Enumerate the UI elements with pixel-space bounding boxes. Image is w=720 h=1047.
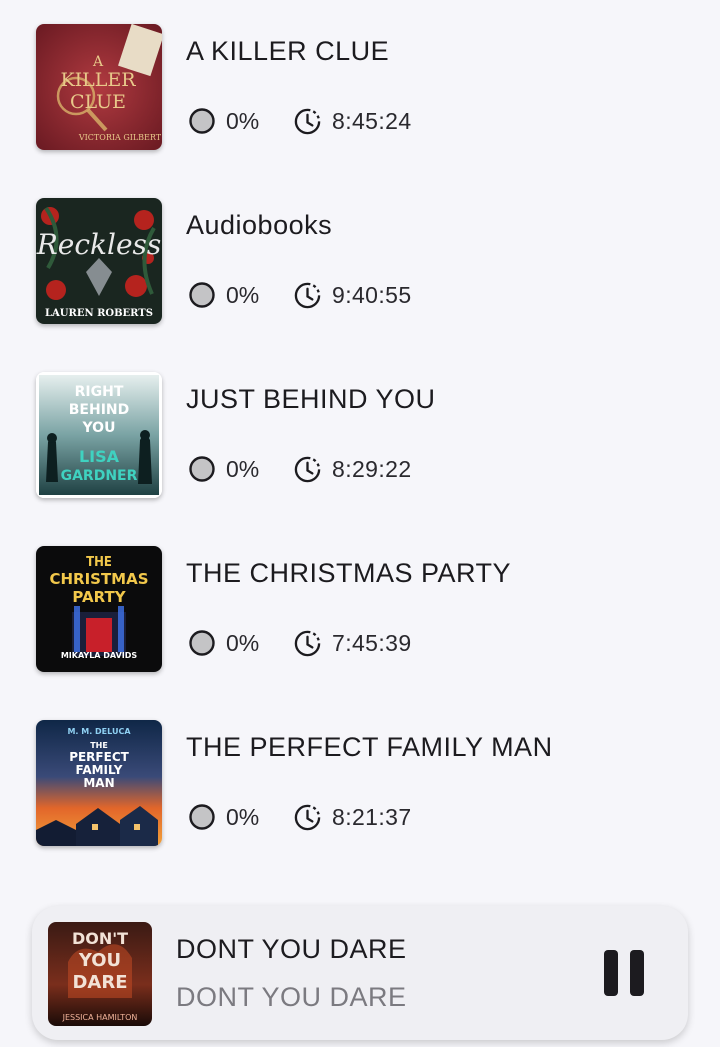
cover-text: YOU: [82, 420, 116, 436]
cover-author: JESSICA HAMILTON: [62, 1013, 138, 1022]
progress-text: 0%: [226, 456, 260, 482]
cover-text: DARE: [72, 972, 127, 993]
duration-text: 8:21:37: [332, 804, 412, 830]
book-item[interactable]: THE CHRISTMAS PARTY MIKAYLA DAVIDS THE C…: [0, 522, 720, 672]
cover-text: THE: [90, 741, 108, 750]
cover-author: GARDNER: [61, 468, 138, 484]
book-title: A KILLER CLUE: [186, 36, 390, 66]
cover-author: VICTORIA GILBERT: [78, 133, 162, 142]
book-item[interactable]: Reckless LAUREN ROBERTS Audiobooks 0% 9:…: [0, 174, 720, 324]
cover-text: KILLER: [60, 69, 136, 91]
cover-author: M. M. DELUCA: [67, 727, 131, 736]
cover-text: Reckless: [36, 228, 161, 261]
book-cover: THE CHRISTMAS PARTY MIKAYLA DAVIDS: [36, 546, 162, 672]
book-cover: Reckless LAUREN ROBERTS: [36, 198, 162, 324]
book-title: THE PERFECT FAMILY MAN: [186, 732, 553, 762]
cover-text: A: [92, 54, 104, 70]
progress-text: 0%: [226, 630, 260, 656]
cover-text: RIGHT: [75, 384, 124, 400]
timer-icon: [294, 108, 321, 135]
now-playing-cover: DON'T YOU DARE JESSICA HAMILTON: [48, 922, 152, 1026]
progress-circle-icon: [189, 108, 215, 134]
progress-circle-icon: [189, 804, 215, 830]
progress-text: 0%: [226, 282, 260, 308]
cover-text: CLUE: [70, 91, 126, 113]
book-title: JUST BEHIND YOU: [186, 384, 436, 414]
now-playing-title: DONT YOU DARE: [176, 934, 407, 964]
now-playing-subtitle: DONT YOU DARE: [176, 982, 407, 1012]
book-title: THE CHRISTMAS PARTY: [186, 558, 512, 588]
cover-text: THE: [86, 555, 112, 570]
progress-text: 0%: [226, 804, 260, 830]
book-cover: A KILLER CLUE VICTORIA GILBERT: [36, 24, 162, 150]
cover-text: PERFECT: [69, 750, 129, 764]
cover-text: CHRISTMAS: [49, 570, 148, 588]
timer-icon: [294, 456, 321, 483]
duration-text: 9:40:55: [332, 282, 412, 308]
progress-text: 0%: [226, 108, 260, 134]
progress-circle-icon: [189, 630, 215, 656]
cover-author: MIKAYLA DAVIDS: [61, 651, 138, 660]
pause-icon: [630, 950, 644, 996]
cover-author: LISA: [79, 447, 120, 466]
cover-text: DON'T: [72, 929, 128, 948]
book-cover: M. M. DELUCA THE PERFECT FAMILY MAN: [36, 720, 162, 846]
book-item[interactable]: A KILLER CLUE VICTORIA GILBERT A KILLER …: [0, 0, 720, 150]
cover-text: YOU: [78, 950, 121, 971]
mini-player[interactable]: DON'T YOU DARE JESSICA HAMILTON DONT YOU…: [32, 906, 688, 1040]
book-item[interactable]: M. M. DELUCA THE PERFECT FAMILY MAN THE …: [0, 696, 720, 846]
duration-text: 8:45:24: [332, 108, 412, 134]
progress-circle-icon: [189, 282, 215, 308]
timer-icon: [294, 630, 321, 657]
cover-text: FAMILY: [76, 763, 123, 777]
book-cover: RIGHT BEHIND YOU LISA GARDNER: [36, 372, 162, 498]
pause-icon: [604, 950, 618, 996]
duration-text: 8:29:22: [332, 456, 412, 482]
cover-author: LAUREN ROBERTS: [45, 308, 153, 319]
cover-text: MAN: [83, 776, 114, 790]
timer-icon: [294, 282, 321, 309]
cover-text: PARTY: [72, 588, 126, 606]
book-item[interactable]: RIGHT BEHIND YOU LISA GARDNER JUST BEHIN…: [0, 348, 720, 498]
timer-icon: [294, 804, 321, 831]
progress-circle-icon: [189, 456, 215, 482]
cover-text: BEHIND: [69, 402, 130, 418]
book-title: Audiobooks: [186, 210, 333, 240]
pause-button[interactable]: [596, 942, 652, 1006]
duration-text: 7:45:39: [332, 630, 412, 656]
